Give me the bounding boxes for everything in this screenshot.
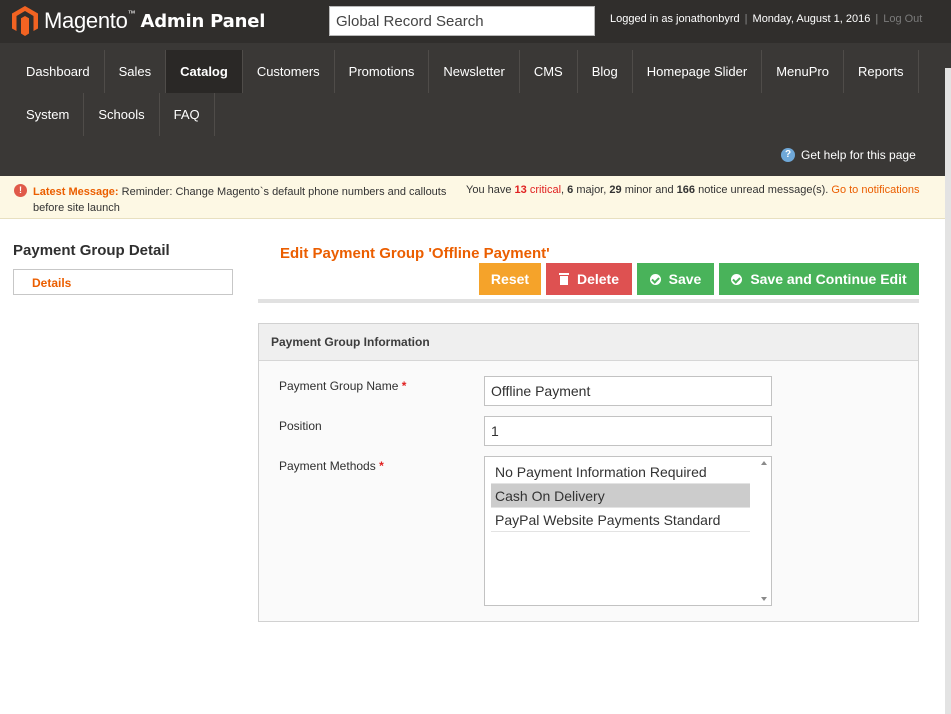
trash-icon — [558, 273, 569, 285]
critical-count: 13 — [514, 184, 527, 196]
tab-details[interactable]: Details — [13, 269, 233, 295]
top-bar: Magento™ Admin Panel Logged in as jonath… — [0, 0, 951, 43]
nav-item-cms[interactable]: CMS — [520, 50, 578, 93]
separator: | — [744, 13, 748, 25]
page-scrollbar[interactable] — [945, 68, 951, 714]
delete-label: Delete — [576, 271, 620, 287]
scroll-down-arrow-icon[interactable] — [761, 597, 767, 601]
payment-method-option[interactable]: No Payment Information Required — [491, 460, 750, 484]
save-button[interactable]: Save — [637, 263, 714, 295]
minor-count: 29 — [609, 184, 622, 196]
major-label: major — [576, 184, 604, 196]
payment-method-option[interactable]: PayPal Website Payments Standard — [491, 508, 750, 532]
separator: | — [875, 13, 879, 25]
main-nav: Dashboard Sales Catalog Customers Promotions… — [12, 50, 946, 136]
notice-count: 166 — [676, 184, 696, 196]
you-have-text: You have — [466, 184, 512, 196]
critical-label: critical — [529, 184, 562, 196]
payment-method-option[interactable]: Cash On Delivery — [491, 484, 750, 508]
help-icon: ? — [781, 148, 795, 162]
payment-group-fieldset: Payment Group Information Payment Group … — [258, 323, 919, 622]
save-continue-label: Save and Continue Edit — [750, 271, 907, 287]
notifications-link[interactable]: Go to notifications — [831, 184, 919, 196]
nav-item-newsletter[interactable]: Newsletter — [429, 50, 520, 93]
payment-group-name-input[interactable] — [484, 376, 772, 406]
delete-button[interactable]: Delete — [546, 263, 632, 295]
nav-row-primary: Dashboard Sales Catalog Customers Promotions… — [12, 50, 946, 93]
help-label: Get help for this page — [801, 148, 916, 162]
fieldset-title: Payment Group Information — [271, 335, 430, 349]
brand-name: Magento — [44, 8, 128, 33]
required-mark: * — [401, 379, 407, 393]
nav-item-system[interactable]: System — [12, 93, 85, 136]
nav-item-catalog[interactable]: Catalog — [166, 50, 243, 93]
position-input[interactable] — [484, 416, 772, 446]
nav-item-customers[interactable]: Customers — [243, 50, 335, 93]
nav-item-blog[interactable]: Blog — [578, 50, 633, 93]
nav-item-schools[interactable]: Schools — [84, 93, 160, 136]
fieldset-header: Payment Group Information — [259, 324, 918, 361]
check-icon — [731, 273, 743, 285]
payment-group-name-label: Payment Group Name * — [279, 379, 406, 393]
global-search-input[interactable] — [329, 6, 595, 36]
nav-item-reports[interactable]: Reports — [844, 50, 919, 93]
help-link[interactable]: ? Get help for this page — [781, 148, 916, 162]
current-date: Monday, August 1, 2016 — [752, 13, 871, 25]
brand-suffix: Admin Panel — [140, 10, 266, 32]
major-count: 6 — [567, 184, 574, 196]
admin-header: Magento™ Admin Panel Logged in as jonath… — [0, 0, 951, 176]
minor-label: minor and — [624, 184, 674, 196]
payment-methods-multiselect[interactable]: No Payment Information Required Cash On D… — [484, 456, 772, 606]
magento-logo[interactable]: Magento ™ Admin Panel — [12, 6, 265, 36]
methods-label-text: Payment Methods — [279, 459, 376, 473]
magento-logo-icon — [12, 6, 38, 36]
logged-in-text: Logged in as jonathonbyrd — [610, 13, 740, 25]
required-mark: * — [379, 459, 384, 473]
tab-details-label: Details — [32, 276, 72, 290]
scroll-up-arrow-icon[interactable] — [761, 461, 767, 465]
reset-button[interactable]: Reset — [479, 263, 541, 295]
content-divider — [258, 299, 919, 303]
nav-item-promotions[interactable]: Promotions — [335, 50, 430, 93]
nav-item-sales[interactable]: Sales — [105, 50, 167, 93]
latest-message: Latest Message: Reminder: Change Magento… — [33, 184, 453, 216]
save-label: Save — [668, 271, 702, 287]
brand-tm: ™ — [127, 8, 136, 18]
nav-item-menupro[interactable]: MenuPro — [762, 50, 844, 93]
sidebar-title: Payment Group Detail — [13, 242, 170, 259]
nav-row-secondary: System Schools FAQ — [12, 93, 946, 136]
user-info: Logged in as jonathonbyrd | Monday, August… — [610, 13, 922, 25]
logout-link[interactable]: Log Out — [883, 13, 922, 25]
nav-item-homepage-slider[interactable]: Homepage Slider — [633, 50, 763, 93]
latest-message-title: Latest Message: — [33, 186, 119, 198]
name-label-text: Payment Group Name — [279, 379, 399, 393]
alert-icon: ! — [14, 184, 27, 197]
nav-item-dashboard[interactable]: Dashboard — [12, 50, 105, 93]
payment-methods-label: Payment Methods * — [279, 459, 384, 473]
position-label: Position — [279, 419, 322, 433]
page-title: Edit Payment Group 'Offline Payment' — [280, 245, 550, 262]
message-counts: You have 13 critical, 6 major, 29 minor … — [466, 184, 920, 196]
notice-label: notice unread message(s). — [698, 184, 829, 196]
reset-label: Reset — [490, 271, 530, 287]
system-message-bar: ! Latest Message: Reminder: Change Magen… — [0, 176, 945, 219]
nav-item-faq[interactable]: FAQ — [160, 93, 215, 136]
check-icon — [649, 273, 661, 285]
save-and-continue-button[interactable]: Save and Continue Edit — [719, 263, 919, 295]
